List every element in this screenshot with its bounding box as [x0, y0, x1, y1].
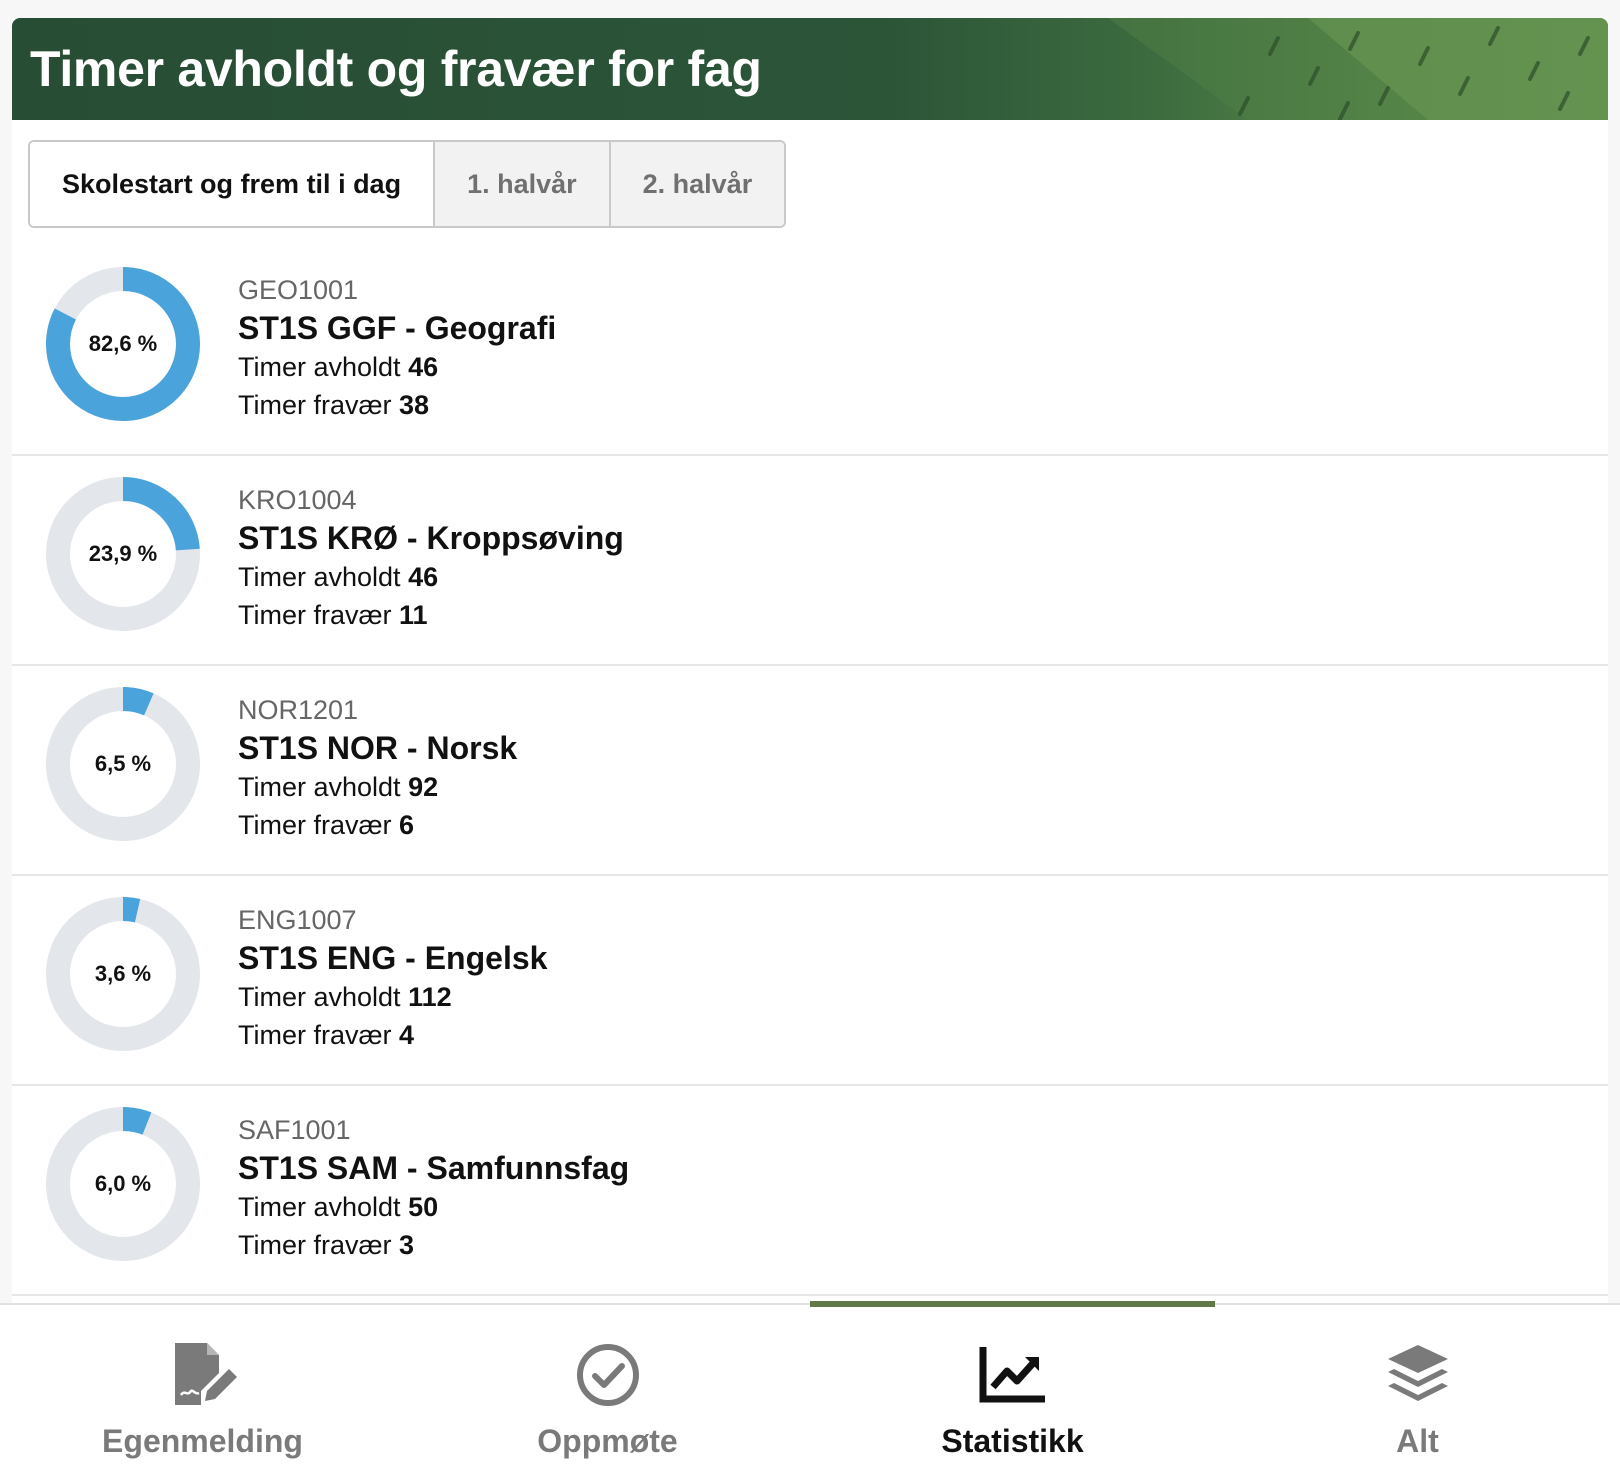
hours-absent-label: Timer fravær	[238, 600, 392, 630]
list-item: 6,5 % NOR1201 ST1S NOR - Norsk Timer avh…	[12, 666, 1608, 876]
header-banner: Timer avholdt og fravær for fag	[12, 18, 1608, 120]
hours-held: Timer avholdt 92	[238, 768, 517, 806]
hours-held-label: Timer avholdt	[238, 982, 401, 1012]
hours-held-value: 112	[408, 982, 452, 1012]
hours-absent-label: Timer fravær	[238, 1230, 392, 1260]
absence-percent: 6,0 %	[94, 1171, 152, 1196]
tab-school-start-to-today[interactable]: Skolestart og frem til i dag	[30, 142, 434, 226]
subject-name: ST1S SAM - Samfunnsfag	[238, 1150, 630, 1186]
subject-code: SAF1001	[238, 1115, 351, 1145]
banner-decoration	[1108, 18, 1608, 120]
hours-absent-value: 11	[399, 600, 428, 630]
nav-label: Oppmøte	[537, 1423, 678, 1459]
absence-percent: 82,6 %	[88, 331, 158, 356]
hours-held-label: Timer avholdt	[238, 352, 401, 382]
subject-code: ENG1007	[238, 905, 357, 935]
absence-percent: 6,5 %	[94, 751, 152, 776]
subject-list: 82,6 % GEO1001 ST1S GGF - Geografi Timer…	[12, 246, 1608, 1296]
nav-alt[interactable]: Alt	[1215, 1305, 1620, 1464]
nav-label: Statistikk	[941, 1423, 1084, 1459]
hours-absent: Timer fravær 3	[238, 1226, 629, 1264]
subject-name: ST1S GGF - Geografi	[238, 310, 557, 346]
subject-code: GEO1001	[238, 275, 359, 305]
page-title: Timer avholdt og fravær for fag	[30, 41, 762, 97]
nav-label: Alt	[1396, 1423, 1439, 1459]
hours-absent: Timer fravær 38	[238, 386, 556, 424]
hours-held: Timer avholdt 46	[238, 348, 556, 386]
bottom-navigation: Egenmelding Oppmøte Statistikk Alt	[0, 1301, 1620, 1464]
subject-code: NOR1201	[238, 695, 359, 725]
file-signature-icon	[167, 1339, 239, 1411]
statistics-card: Timer avholdt og fravær for fag Skolesta…	[12, 18, 1608, 1303]
subject-name: ST1S ENG - Engelsk	[238, 940, 548, 976]
tab-first-half-year[interactable]: 1. halvår	[433, 142, 609, 226]
list-item: 82,6 % GEO1001 ST1S GGF - Geografi Timer…	[12, 246, 1608, 456]
tab-second-half-year[interactable]: 2. halvår	[608, 142, 785, 226]
list-item: 3,6 % ENG1007 ST1S ENG - Engelsk Timer a…	[12, 876, 1608, 1086]
absence-percent: 3,6 %	[94, 961, 152, 986]
hours-absent-label: Timer fravær	[238, 390, 392, 420]
layers-icon	[1382, 1339, 1454, 1411]
nav-oppmote[interactable]: Oppmøte	[405, 1305, 810, 1464]
hours-absent-value: 38	[399, 390, 430, 420]
hours-held-value: 92	[408, 772, 439, 802]
hours-held-label: Timer avholdt	[238, 772, 401, 802]
hours-absent: Timer fravær 6	[238, 806, 517, 844]
absence-percent: 23,9 %	[88, 541, 158, 566]
subject-code: KRO1004	[238, 485, 357, 515]
hours-held-value: 46	[408, 562, 439, 592]
hours-held-label: Timer avholdt	[238, 562, 401, 592]
hours-absent-value: 3	[399, 1230, 415, 1260]
nav-statistikk[interactable]: Statistikk	[810, 1301, 1215, 1464]
hours-absent-value: 6	[399, 810, 415, 840]
hours-absent-value: 4	[399, 1020, 415, 1050]
nav-egenmelding[interactable]: Egenmelding	[0, 1305, 405, 1464]
hours-held: Timer avholdt 112	[238, 978, 547, 1016]
hours-absent-label: Timer fravær	[238, 810, 392, 840]
hours-absent-label: Timer fravær	[238, 1020, 392, 1050]
hours-held-label: Timer avholdt	[238, 1192, 401, 1222]
hours-absent: Timer fravær 4	[238, 1016, 547, 1054]
subject-name: ST1S NOR - Norsk	[238, 730, 518, 766]
list-item: 23,9 % KRO1004 ST1S KRØ - Kroppsøving Ti…	[12, 456, 1608, 666]
period-tabs: Skolestart og frem til i dag 1. halvår 2…	[28, 140, 787, 228]
hours-absent: Timer fravær 11	[238, 596, 624, 634]
hours-held: Timer avholdt 46	[238, 558, 624, 596]
hours-held-value: 46	[408, 352, 439, 382]
check-circle-icon	[572, 1339, 644, 1411]
subject-name: ST1S KRØ - Kroppsøving	[238, 520, 624, 556]
hours-held: Timer avholdt 50	[238, 1188, 629, 1226]
chart-line-icon	[977, 1339, 1049, 1411]
nav-label: Egenmelding	[102, 1423, 303, 1459]
list-item: 6,0 % SAF1001 ST1S SAM - Samfunnsfag Tim…	[12, 1086, 1608, 1296]
hours-held-value: 50	[408, 1192, 439, 1222]
